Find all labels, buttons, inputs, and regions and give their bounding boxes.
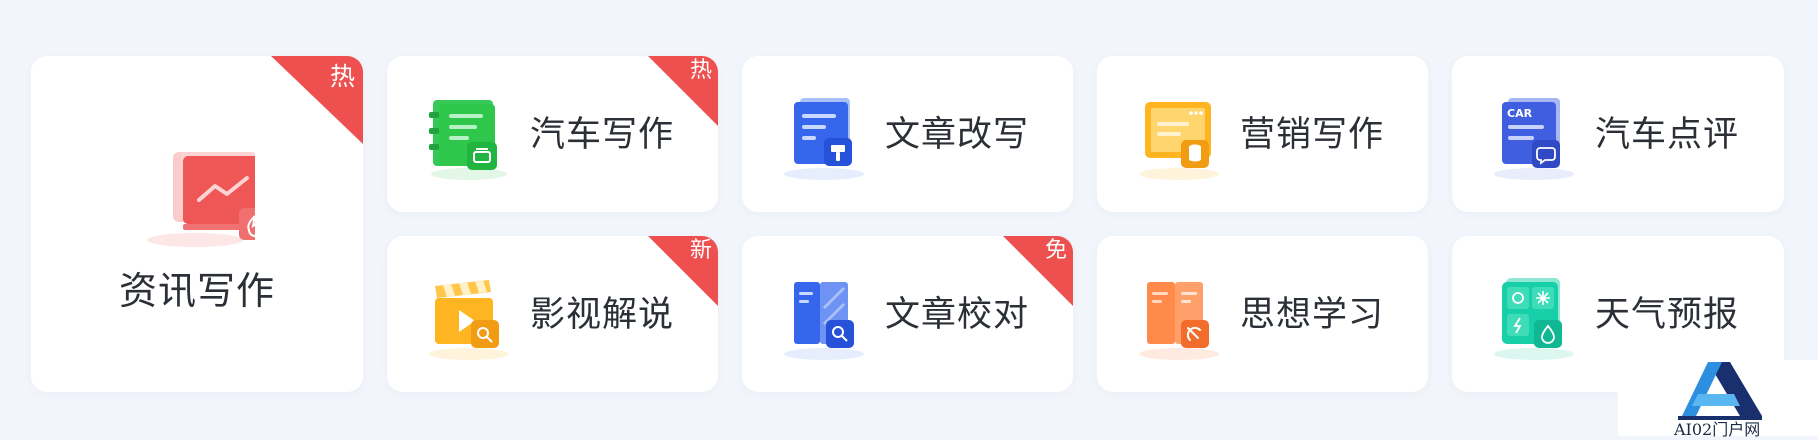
card-film-commentary[interactable]: 影视解说 新 [387, 236, 718, 392]
document-brush-icon [780, 98, 880, 182]
watermark: AI02门户网 [1618, 360, 1818, 439]
badge-text: 热 [689, 58, 712, 83]
clapperboard-play-icon [425, 278, 525, 362]
weather-grid-icon [1490, 278, 1590, 362]
card-label: 营销写作 [1240, 115, 1385, 155]
new-badge: 新 [648, 236, 718, 306]
watermark-logo-icon [1678, 362, 1762, 420]
hot-badge: 热 [271, 56, 363, 144]
card-article-rewrite[interactable]: 文章改写 [742, 56, 1073, 212]
hot-badge: 热 [648, 56, 718, 126]
browser-database-icon [1135, 98, 1235, 182]
card-label: 资讯写作 [118, 269, 275, 313]
card-label: 天气预报 [1595, 295, 1740, 335]
badge-text: 新 [689, 238, 712, 263]
card-label: 汽车点评 [1595, 115, 1740, 155]
car-notebook-icon [425, 98, 525, 182]
card-car-review[interactable]: CAR 汽车点评 [1452, 56, 1784, 212]
car-text: CAR [1507, 107, 1533, 120]
card-marketing-writing[interactable]: 营销写作 [1097, 56, 1428, 212]
free-badge: 免 [1003, 236, 1073, 306]
card-label: 思想学习 [1240, 295, 1385, 335]
card-proofreading[interactable]: 文章校对 免 [742, 236, 1073, 392]
card-car-writing[interactable]: 汽车写作 热 [387, 56, 718, 212]
monitor-chart-icon [143, 148, 271, 252]
watermark-text: AI02门户网 [1674, 420, 1761, 439]
card-news-writing[interactable]: 资讯写作 热 [31, 56, 363, 392]
book-party-icon [1135, 278, 1235, 362]
badge-text: 免 [1044, 238, 1067, 263]
card-ideology-study[interactable]: 思想学习 [1097, 236, 1428, 392]
book-search-icon [780, 278, 880, 362]
card-label: 文章改写 [885, 115, 1030, 155]
badge-text: 热 [329, 62, 355, 91]
car-comment-icon: CAR [1490, 98, 1590, 182]
